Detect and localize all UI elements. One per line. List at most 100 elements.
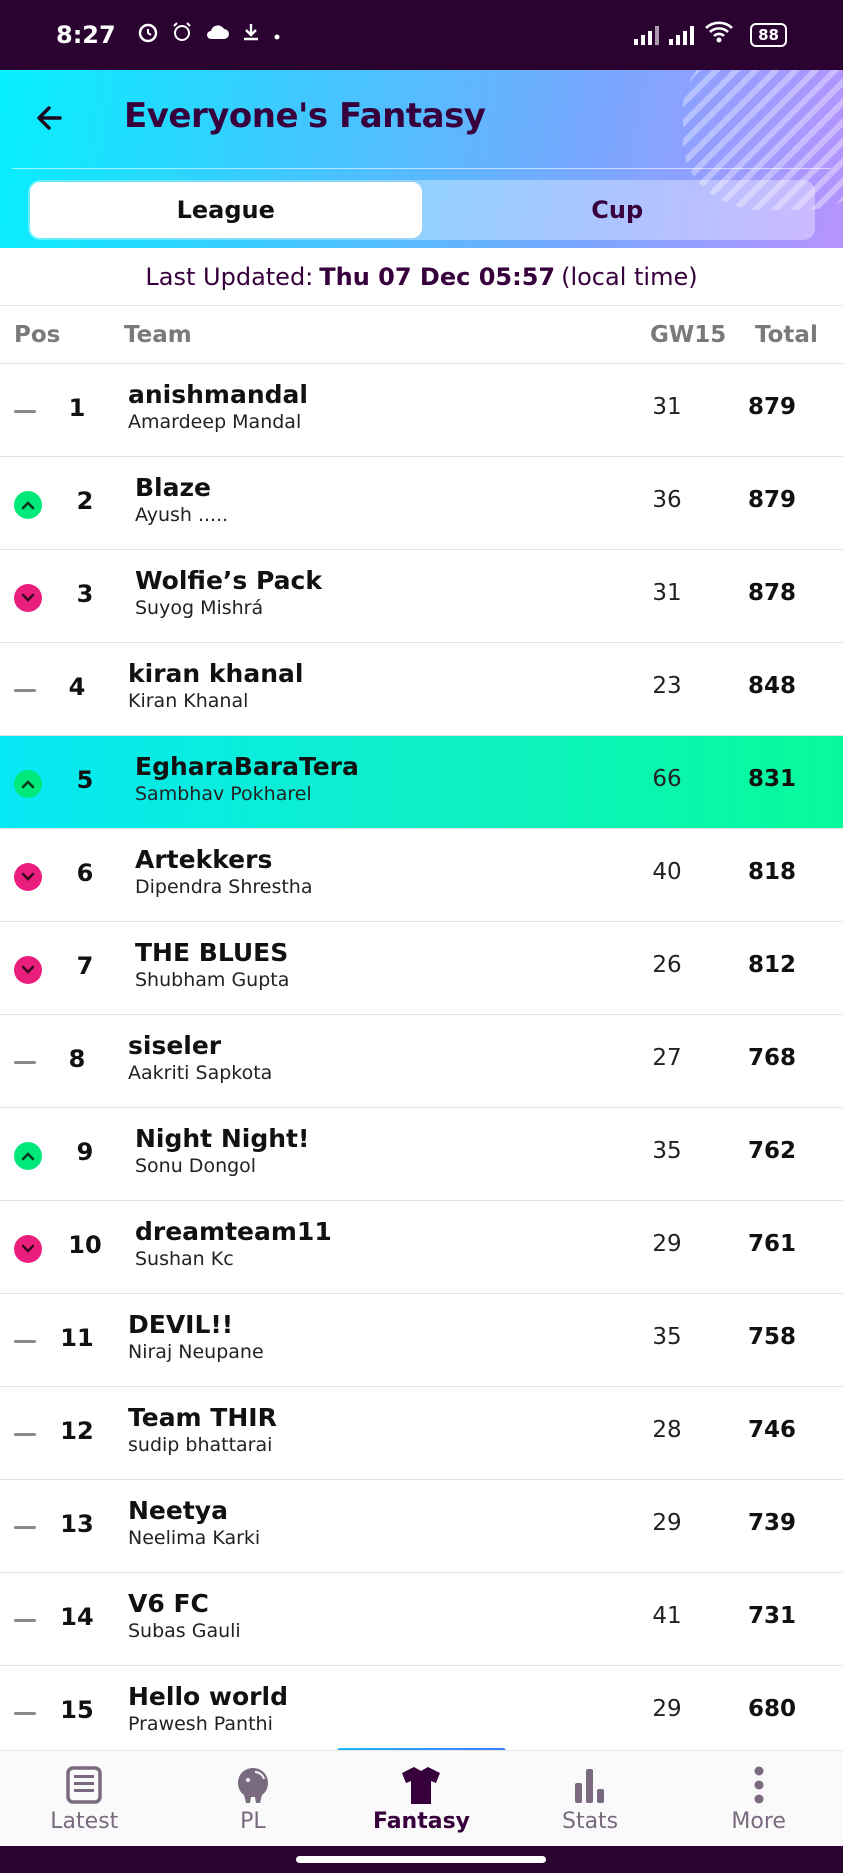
column-total[interactable]: Total <box>755 322 818 348</box>
app-header: Everyone's Fantasy League Cup <box>0 70 843 248</box>
row-team: kiran khanal Kiran Khanal <box>128 659 303 712</box>
total-points: 812 <box>747 952 796 978</box>
manager-name: Sonu Dongol <box>135 1155 257 1177</box>
nav-more-label: More <box>731 1809 786 1834</box>
row-position: 12 <box>60 1417 94 1445</box>
row-position: 11 <box>60 1324 94 1352</box>
standings-table: 1 anishmandal Amardeep Mandal 31 879 2 Blaze Ay… <box>0 364 843 1759</box>
row-position: 15 <box>60 1696 94 1724</box>
total-points: 878 <box>747 580 796 606</box>
tab-cup[interactable]: Cup <box>422 182 814 238</box>
team-name: siseler <box>128 1031 222 1060</box>
manager-name: Sambhav Pokharel <box>135 783 312 805</box>
row-team: EgharaBaraTera Sambhav Pokharel <box>135 752 359 805</box>
alarm-icon <box>136 20 160 50</box>
team-name: Blaze <box>135 473 212 502</box>
rank-up-icon <box>14 1142 42 1170</box>
manager-name: Neelima Karki <box>128 1527 261 1549</box>
download-icon <box>240 21 262 49</box>
bottom-navigation: Latest PL Fantasy Stats More <box>0 1750 843 1846</box>
manager-name: Dipendra Shrestha <box>135 876 313 898</box>
table-row[interactable]: 5 EgharaBaraTera Sambhav Pokharel 66 831 <box>0 736 843 829</box>
row-position: 8 <box>68 1045 86 1073</box>
manager-name: Amardeep Mandal <box>128 411 302 433</box>
row-team: Wolfie’s Pack Suyog Mishrá <box>135 566 322 619</box>
row-position: 9 <box>76 1138 94 1166</box>
team-name: V6 FC <box>128 1589 209 1618</box>
manager-name: Suyog Mishrá <box>135 597 264 619</box>
last-updated-value: Thu 07 Dec 05:57 <box>319 262 556 291</box>
gameweek-points: 29 <box>652 1231 682 1257</box>
shirt-icon <box>399 1763 443 1807</box>
gameweek-points: 36 <box>652 487 682 513</box>
row-position: 7 <box>76 952 94 980</box>
nav-fantasy[interactable]: Fantasy <box>337 1751 506 1846</box>
manager-name: Niraj Neupane <box>128 1341 264 1363</box>
team-name: Team THIR <box>128 1403 277 1432</box>
team-name: Wolfie’s Pack <box>135 566 322 595</box>
last-updated-label: Last Updated: <box>145 262 314 291</box>
table-header: Pos Team GW15 Total <box>0 306 843 364</box>
nav-stats[interactable]: Stats <box>506 1751 675 1846</box>
team-name: Night Night! <box>135 1124 310 1153</box>
gameweek-points: 31 <box>652 580 682 606</box>
news-icon <box>65 1763 103 1807</box>
battery-icon: 88 <box>750 23 787 47</box>
table-row[interactable]: 1 anishmandal Amardeep Mandal 31 879 <box>0 364 843 457</box>
row-team: Neetya Neelima Karki <box>128 1496 260 1549</box>
row-position: 6 <box>76 859 94 887</box>
nav-pl-label: PL <box>240 1809 266 1834</box>
row-position: 10 <box>68 1231 102 1259</box>
gesture-bar <box>0 1846 843 1873</box>
gameweek-points: 35 <box>652 1138 682 1164</box>
back-arrow-icon[interactable] <box>30 98 70 138</box>
team-name: Hello world <box>128 1682 288 1711</box>
home-indicator[interactable] <box>296 1856 546 1863</box>
total-points: 680 <box>747 1696 796 1722</box>
gameweek-points: 23 <box>652 673 682 699</box>
dot-icon <box>272 23 282 48</box>
table-row[interactable]: 9 Night Night! Sonu Dongol 35 762 <box>0 1108 843 1201</box>
team-name: THE BLUES <box>135 938 289 967</box>
row-position: 3 <box>76 580 94 608</box>
last-updated: Last Updated: Thu 07 Dec 05:57 (local ti… <box>0 248 843 306</box>
table-row[interactable]: 14 V6 FC Subas Gauli 41 731 <box>0 1573 843 1666</box>
team-name: kiran khanal <box>128 659 304 688</box>
table-row[interactable]: 12 Team THIR sudip bhattarai 28 746 <box>0 1387 843 1480</box>
gameweek-points: 29 <box>652 1510 682 1536</box>
manager-name: Aakriti Sapkota <box>128 1062 273 1084</box>
rank-same-icon <box>14 1340 36 1343</box>
table-row[interactable]: 3 Wolfie’s Pack Suyog Mishrá 31 878 <box>0 550 843 643</box>
table-row[interactable]: 13 Neetya Neelima Karki 29 739 <box>0 1480 843 1573</box>
nav-pl[interactable]: PL <box>169 1751 338 1846</box>
page-title: Everyone's Fantasy <box>124 96 486 136</box>
row-team: Hello world Prawesh Panthi <box>128 1682 288 1735</box>
rank-same-icon <box>14 1712 36 1715</box>
nav-latest[interactable]: Latest <box>0 1751 169 1846</box>
row-team: dreamteam11 Sushan Kc <box>135 1217 332 1270</box>
table-row[interactable]: 8 siseler Aakriti Sapkota 27 768 <box>0 1015 843 1108</box>
manager-name: Ayush ..... <box>135 504 229 526</box>
total-points: 831 <box>747 766 796 792</box>
status-time: 8:27 <box>56 21 116 49</box>
table-row[interactable]: 2 Blaze Ayush ..... 36 879 <box>0 457 843 550</box>
more-vertical-icon <box>752 1763 766 1807</box>
row-team: DEVIL!! Niraj Neupane <box>128 1310 264 1363</box>
table-row[interactable]: 6 Artekkers Dipendra Shrestha 40 818 <box>0 829 843 922</box>
team-name: Artekkers <box>135 845 273 874</box>
rank-same-icon <box>14 689 36 692</box>
column-gw[interactable]: GW15 <box>650 322 726 348</box>
row-team: Blaze Ayush ..... <box>135 473 228 526</box>
team-name: DEVIL!! <box>128 1310 234 1339</box>
table-row[interactable]: 10 dreamteam11 Sushan Kc 29 761 <box>0 1201 843 1294</box>
table-row[interactable]: 4 kiran khanal Kiran Khanal 23 848 <box>0 643 843 736</box>
gameweek-points: 35 <box>652 1324 682 1350</box>
gameweek-points: 26 <box>652 952 682 978</box>
table-row[interactable]: 11 DEVIL!! Niraj Neupane 35 758 <box>0 1294 843 1387</box>
column-pos: Pos <box>14 322 61 348</box>
table-row[interactable]: 15 Hello world Prawesh Panthi 29 680 <box>0 1666 843 1759</box>
nav-more[interactable]: More <box>674 1751 843 1846</box>
tab-league[interactable]: League <box>30 182 422 238</box>
table-row[interactable]: 7 THE BLUES Shubham Gupta 26 812 <box>0 922 843 1015</box>
cloud-icon <box>204 21 230 49</box>
